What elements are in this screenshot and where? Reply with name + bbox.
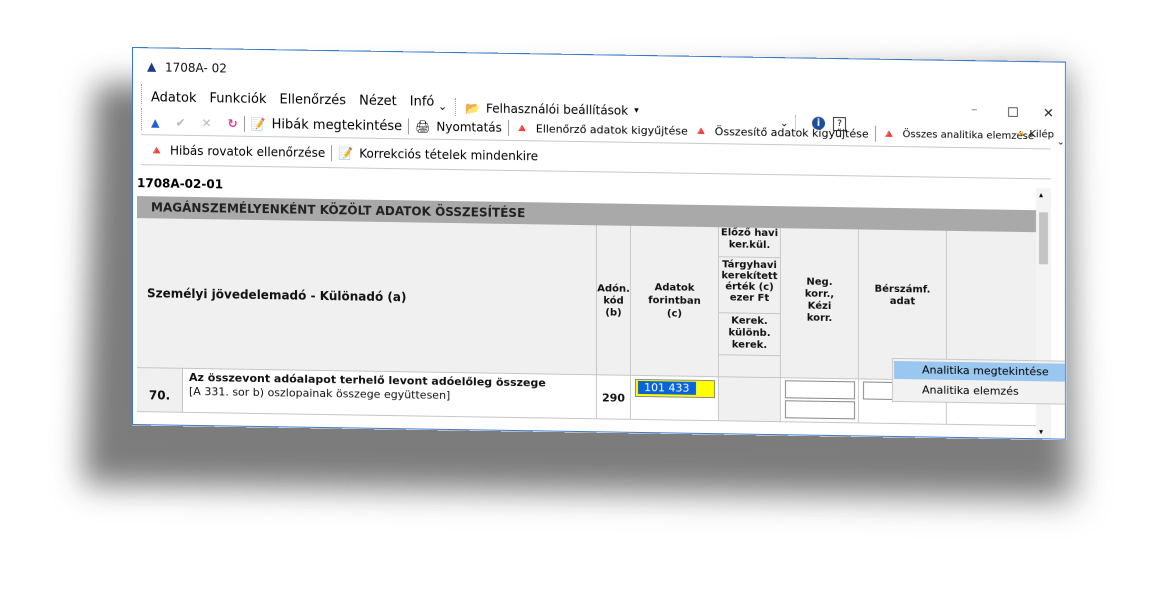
header-spacer xyxy=(719,355,781,379)
menu-item-analytics-analysis[interactable]: Analitika elemzés xyxy=(894,381,1065,402)
app-window: ▲ 1708A- 02 – ☐ ✕ Adatok Funkciók Ellenő… xyxy=(132,47,1066,440)
scroll-thumb[interactable] xyxy=(1039,212,1048,265)
exit-button[interactable]: ⇥ Kilép xyxy=(1015,129,1054,141)
header-rounding-line: különb. xyxy=(728,327,771,340)
toolbar-2: 🔺 Hibás rovatok ellenőrzése 📝 Korrekciós… xyxy=(149,142,538,164)
header-prev-line: Előző havi xyxy=(720,227,779,240)
row-number-cell: 70. xyxy=(137,368,183,413)
cancel-icon[interactable]: ✕ xyxy=(202,116,212,130)
title-bar: ▲ 1708A- 02 xyxy=(133,48,1065,95)
minimize-button[interactable]: – xyxy=(971,102,978,117)
header-current-line: érték (c) xyxy=(725,281,774,294)
header-amount: Adatok forintban (c) xyxy=(631,225,719,378)
exit-icon: ⇥ xyxy=(1015,128,1024,141)
row-neg-cell xyxy=(781,378,859,424)
amount-input[interactable]: 101 433 xyxy=(635,378,715,399)
analytics-icon: 🔺 xyxy=(881,126,897,142)
amount-value: 101 433 xyxy=(638,380,696,395)
toolbar-separator xyxy=(408,118,410,135)
print-button[interactable]: Nyomtatás xyxy=(436,120,501,135)
row-code-cell: 290 xyxy=(597,375,631,420)
bad-fields-icon: 🔺 xyxy=(149,143,164,158)
dropdown-arrow-icon: ▾ xyxy=(634,105,639,116)
menu-nezet[interactable]: Nézet xyxy=(359,94,397,115)
header-current: Tárgyhavi kerekített érték (c) ezer Ft xyxy=(719,257,781,315)
corrections-icon: 📝 xyxy=(338,146,354,161)
header-payroll-line: adat xyxy=(889,295,916,308)
errors-button[interactable]: Hibák megtekintése xyxy=(272,117,403,134)
toolbar-grip xyxy=(455,98,458,117)
toolbar-separator xyxy=(507,119,509,136)
close-button[interactable]: ✕ xyxy=(1043,106,1054,121)
header-rounding-line: kerek. xyxy=(731,339,768,351)
form-id: 1708A-02-01 xyxy=(137,176,224,192)
header-neg-line: korr. xyxy=(806,312,833,325)
bad-fields-button[interactable]: Hibás rovatok ellenőrzése xyxy=(170,144,325,160)
header-code-line: kód xyxy=(603,295,624,307)
header-amount-line: (c) xyxy=(666,308,683,320)
toolbar-separator xyxy=(331,145,333,162)
collect-check-button[interactable]: Ellenőrző adatok kigyűjtése xyxy=(536,122,688,137)
menu-more-icon[interactable]: ⌄ xyxy=(438,100,447,113)
header-rounding: Kerek. különb. kerek. xyxy=(719,313,781,357)
menu-info[interactable]: Infó xyxy=(410,94,435,114)
header-main: Személyi jövedelemadó - Különadó (a) xyxy=(137,218,597,376)
header-rounding-line: Kerek. xyxy=(731,315,768,327)
menu-ellenorzes[interactable]: Ellenőrzés xyxy=(279,92,346,113)
row-code: 290 xyxy=(602,391,625,405)
scroll-up-icon[interactable]: ▴ xyxy=(1039,190,1043,199)
header-code-line: Adón. xyxy=(597,283,630,295)
menu-bar: Adatok Funkciók Ellenőrzés Nézet Infó xyxy=(151,90,434,114)
neg-correction-input[interactable] xyxy=(785,380,855,400)
settings-menu[interactable]: 📂 Felhasználói beállítások ▾ xyxy=(465,101,639,118)
menu-item-analytics-view[interactable]: Analitika megtekintése xyxy=(894,360,1065,382)
settings-label: Felhasználói beállítások xyxy=(485,101,629,118)
toolbar-separator xyxy=(243,115,245,132)
exit-label: Kilép xyxy=(1029,129,1055,141)
collect-summary-button[interactable]: Összesítő adatok kigyűjtése xyxy=(715,125,869,140)
row-number: 70. xyxy=(148,388,171,403)
corrections-button[interactable]: Korrekciós tételek mindenkire xyxy=(359,147,538,164)
folder-icon: 📂 xyxy=(465,101,480,116)
check-icon[interactable]: ✔ xyxy=(175,116,185,130)
exit-more-icon[interactable]: ⌄ xyxy=(1057,138,1065,148)
header-neg: Neg. korr., Kézi korr. xyxy=(781,228,859,380)
window-title: 1708A- 02 xyxy=(165,60,227,76)
manual-correction-input[interactable] xyxy=(785,400,855,420)
menu-funkciok[interactable]: Funkciók xyxy=(209,91,266,112)
header-code: Adón. kód (b) xyxy=(597,225,631,376)
collect-icon: 🔺 xyxy=(514,121,530,136)
section-title: MAGÁNSZEMÉLYENKÉNT KÖZÖLT ADATOK ÖSSZESÍ… xyxy=(151,200,526,221)
row-amount-cell: 101 433 xyxy=(631,375,719,422)
header-prev: Előző havi ker.kül. xyxy=(719,227,781,259)
scroll-down-icon[interactable]: ▾ xyxy=(1039,427,1043,436)
header-current-line: ezer Ft xyxy=(729,292,770,305)
toolbar-separator xyxy=(874,125,876,142)
header-prev-line: ker.kül. xyxy=(728,239,771,252)
header-code-line: (b) xyxy=(605,307,622,319)
app-triangle-icon: ▲ xyxy=(147,59,157,74)
toolbar1-grip xyxy=(141,108,144,131)
header-main-label: Személyi jövedelemadó - Különadó (a) xyxy=(147,286,407,305)
refresh-icon[interactable]: ↻ xyxy=(228,117,238,131)
menu-adatok[interactable]: Adatok xyxy=(151,90,196,111)
summary-icon: 🔺 xyxy=(693,123,709,139)
row-rounding-cell xyxy=(719,377,781,423)
menu-grip xyxy=(141,84,144,105)
printer-icon: 🖨 xyxy=(415,119,431,134)
row-title-cell: Az összevont adóalapot terhelő levont ad… xyxy=(183,368,597,420)
errors-icon: 📝 xyxy=(250,116,266,132)
context-menu: Analitika megtekintése Analitika elemzés xyxy=(892,357,1066,405)
toolbar-1: ▲ ✔ ✕ ↻ 📝 Hibák megtekintése 🖨 Nyomtatás… xyxy=(151,114,1034,144)
maximize-button[interactable]: ☐ xyxy=(1007,106,1019,121)
up-arrow-icon[interactable]: ▲ xyxy=(151,116,159,129)
